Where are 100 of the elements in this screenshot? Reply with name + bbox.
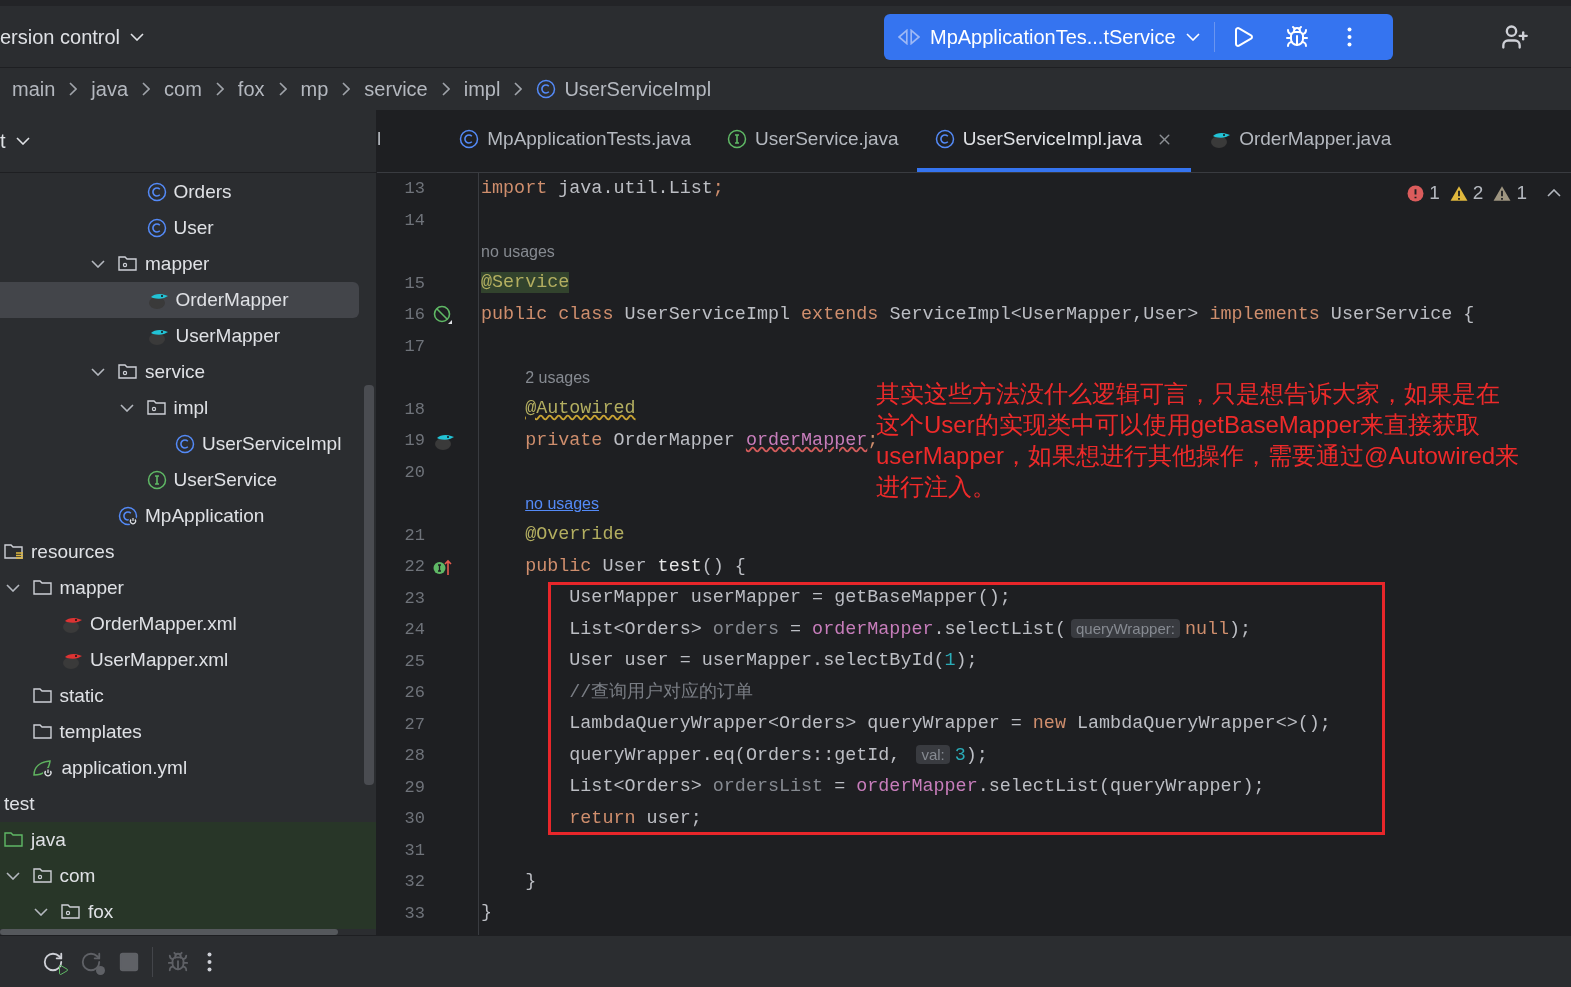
tree-item[interactable]: application.yml	[0, 750, 376, 786]
separator-icon	[441, 82, 450, 96]
breadcrumb[interactable]: mp	[300, 74, 329, 104]
package-icon	[61, 904, 81, 920]
tree-item[interactable]: impl	[0, 390, 376, 426]
breadcrumb[interactable]: impl	[463, 74, 501, 104]
add-user-icon[interactable]	[1501, 22, 1529, 51]
line-number: 20	[404, 461, 425, 484]
bird-icon	[146, 291, 169, 309]
class-icon	[146, 218, 167, 238]
tree-item[interactable]: UserServiceImpl	[0, 426, 376, 462]
line-number: 16	[404, 304, 425, 326]
line-number: 22	[404, 556, 425, 578]
tree-item[interactable]: service	[0, 354, 376, 390]
tree-item[interactable]: static	[0, 678, 376, 714]
code-line: //查询用户对应的订单	[569, 680, 754, 705]
chevron-icon[interactable]	[91, 368, 105, 376]
bird-icon	[146, 327, 169, 345]
project-view-selector[interactable]: t	[0, 126, 30, 156]
code-icon	[898, 28, 920, 45]
collapse-icon[interactable]	[1547, 189, 1561, 198]
line-number: 17	[404, 335, 425, 358]
class-icon	[118, 506, 138, 526]
bird-icon	[61, 615, 83, 633]
tree-item[interactable]: fox	[0, 894, 376, 929]
line-number: 18	[404, 398, 425, 421]
tree-item[interactable]: UserMapper.xml	[0, 642, 376, 678]
tree-item[interactable]: OrderMapper	[0, 282, 359, 318]
tree-item[interactable]: templates	[0, 714, 376, 750]
package-icon	[118, 364, 138, 380]
code-line: }	[525, 869, 537, 894]
tree-item[interactable]: OrderMapper.xml	[0, 606, 376, 642]
vcs-menu[interactable]: ersion control	[0, 21, 145, 52]
usages-link[interactable]: no usages	[525, 491, 599, 516]
class-icon	[459, 129, 480, 149]
interface-icon	[727, 129, 748, 149]
problem-count[interactable]: 1	[1493, 179, 1527, 208]
no-entry-icon[interactable]	[433, 304, 453, 325]
class-icon	[146, 182, 167, 202]
separator-icon	[215, 82, 224, 96]
more-icon[interactable]	[1346, 26, 1352, 47]
line-number: 27	[404, 713, 425, 736]
chevron-icon[interactable]	[119, 404, 134, 412]
editor-tab[interactable]: UserServiceImpl.java	[916, 110, 1192, 172]
tree-item[interactable]: mapper	[0, 246, 376, 282]
chevron-icon[interactable]	[5, 584, 20, 592]
tree-item[interactable]: MpApplication	[0, 498, 376, 534]
editor-tab[interactable]: UserService.java	[709, 110, 917, 172]
scrollbar[interactable]	[364, 385, 374, 785]
breadcrumb[interactable]: java	[91, 74, 129, 104]
scrollbar[interactable]	[0, 929, 338, 935]
chevron-icon[interactable]	[5, 872, 20, 880]
chevron-icon[interactable]	[91, 260, 105, 268]
chevron-icon[interactable]	[15, 137, 30, 145]
editor-tab[interactable]: l	[377, 110, 442, 172]
breadcrumb[interactable]: UserServiceImpl	[536, 74, 712, 104]
parameter-hint: queryWrapper:	[1070, 618, 1180, 638]
parameter-hint: val:	[916, 744, 950, 764]
breadcrumb[interactable]: com	[164, 74, 202, 104]
weak-warning-icon	[1493, 184, 1512, 202]
code-line: LambdaQueryWrapper<Orders> queryWrapper = new LambdaQueryWrapper<>();	[569, 712, 1331, 737]
problem-count[interactable]: 2	[1449, 179, 1484, 208]
chevron-icon[interactable]	[34, 908, 48, 916]
code-line: }	[481, 901, 493, 926]
package-icon	[146, 400, 167, 416]
code-line: return user;	[569, 806, 702, 831]
tree-item[interactable]: resources	[0, 534, 376, 570]
tree-item[interactable]: UserService	[0, 462, 376, 498]
breadcrumb[interactable]: service	[364, 74, 428, 104]
tree-item[interactable]: test	[0, 786, 376, 822]
line-number: 14	[404, 209, 425, 232]
line-number: 19	[404, 430, 425, 452]
tree-item[interactable]: mapper	[0, 570, 376, 606]
folder-icon	[4, 832, 24, 848]
chevron-icon[interactable]	[130, 32, 145, 41]
warning-icon	[1449, 184, 1468, 202]
folder-icon	[32, 688, 53, 704]
annotation-note: 其实这些方法没什么逻辑可言，只是想告诉大家，如果是在 这个User的实现类中可以使用getBaseMapper来直接获取 userMapper，如果想进行其他操作，需要通过@Autowired来 进行注入。	[876, 379, 1520, 502]
tree-item[interactable]: Orders	[0, 174, 376, 210]
code-line: List<Orders> orders = orderMapper.selectList( queryWrapper: null);	[569, 617, 1252, 642]
breadcrumb[interactable]: main	[12, 74, 56, 104]
tree-item[interactable]: User	[0, 210, 376, 246]
tree-item[interactable]: UserMapper	[0, 318, 376, 354]
line-number: 30	[404, 808, 425, 830]
tree-item[interactable]: com	[0, 858, 376, 894]
editor-tab[interactable]: MpApplicationTests.java	[441, 110, 710, 172]
bird-icon	[1209, 130, 1232, 148]
class-icon	[934, 129, 955, 149]
code-line: UserMapper userMapper = getBaseMapper();	[569, 586, 1011, 611]
class-icon	[175, 434, 195, 454]
editor-tab[interactable]: OrderMapper.java	[1191, 110, 1410, 172]
tree-item[interactable]: java	[0, 822, 376, 858]
debug-icon[interactable]	[1284, 24, 1309, 49]
breadcrumb[interactable]: fox	[237, 74, 265, 104]
line-number: 25	[404, 650, 425, 673]
folder-icon	[32, 580, 53, 596]
class-icon	[536, 79, 557, 99]
line-number: 29	[404, 776, 425, 799]
problem-count[interactable]: 1	[1407, 179, 1440, 208]
code-line: queryWrapper.eq(Orders::getId, val: 3);	[569, 743, 988, 768]
